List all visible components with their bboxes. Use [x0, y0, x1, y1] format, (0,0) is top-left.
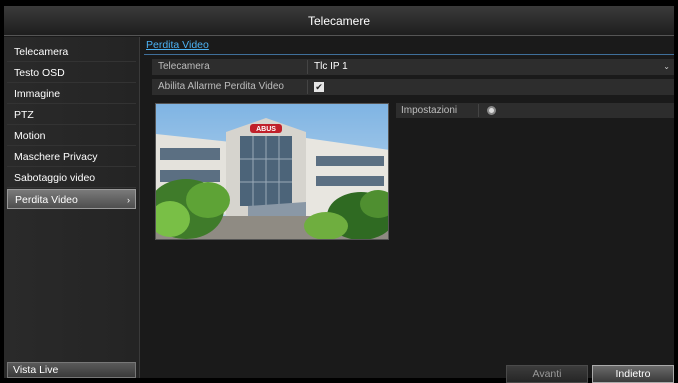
sidebar-item-label: Maschere Privacy [14, 151, 98, 163]
camera-settings-window: Telecamere Telecamera Testo OSD Immagine… [4, 6, 674, 383]
row-divider [307, 80, 308, 94]
camera-select[interactable]: Tlc IP 1 [314, 59, 348, 75]
building-image: ABUS [156, 104, 388, 239]
settings-label: Impostazioni [401, 105, 458, 116]
sidebar-item-label: Testo OSD [14, 67, 65, 79]
chevron-right-icon: › [127, 195, 130, 205]
sidebar-item-label: Perdita Video [15, 194, 78, 206]
sidebar: Telecamera Testo OSD Immagine PTZ Motion… [4, 37, 140, 378]
svg-text:ABUS: ABUS [256, 126, 276, 133]
row-divider [478, 104, 479, 117]
window-title: Telecamere [4, 6, 674, 36]
gear-icon[interactable] [487, 106, 496, 115]
sidebar-item-ptz[interactable]: PTZ [7, 105, 136, 125]
tab-perdita-video[interactable]: Perdita Video [146, 39, 209, 51]
sidebar-item-sabotaggio-video[interactable]: Sabotaggio video [7, 168, 136, 188]
alarm-label: Abilita Allarme Perdita Video [158, 81, 284, 92]
next-button[interactable]: Avanti [506, 365, 588, 383]
sidebar-item-telecamera[interactable]: Telecamera [7, 42, 136, 62]
sidebar-item-label: PTZ [14, 109, 34, 121]
sidebar-item-motion[interactable]: Motion [7, 126, 136, 146]
sidebar-item-testo-osd[interactable]: Testo OSD [7, 63, 136, 83]
sidebar-item-maschere-privacy[interactable]: Maschere Privacy [7, 147, 136, 167]
live-view-button[interactable]: Vista Live [7, 362, 136, 378]
camera-label: Telecamera [158, 61, 210, 72]
camera-select-row: Telecamera Tlc IP 1 ⌄ [152, 59, 674, 75]
alarm-row: Abilita Allarme Perdita Video ✔ [152, 79, 674, 95]
sidebar-item-perdita-video[interactable]: Perdita Video › [7, 189, 136, 209]
camera-preview: ABUS [155, 103, 389, 240]
sidebar-item-immagine[interactable]: Immagine [7, 84, 136, 104]
sidebar-item-label: Telecamera [14, 46, 69, 58]
tab-divider [144, 54, 674, 55]
sidebar-item-label: Sabotaggio video [14, 172, 96, 184]
chevron-down-icon[interactable]: ⌄ [663, 59, 670, 75]
sidebar-item-label: Immagine [14, 88, 61, 100]
back-button[interactable]: Indietro [592, 365, 674, 383]
alarm-checkbox[interactable]: ✔ [314, 82, 324, 92]
row-divider [307, 60, 308, 74]
sidebar-item-label: Motion [14, 130, 46, 142]
main-panel: Perdita Video Telecamera Tlc IP 1 ⌄ Abil… [144, 37, 674, 383]
settings-row: Impostazioni [396, 103, 674, 118]
